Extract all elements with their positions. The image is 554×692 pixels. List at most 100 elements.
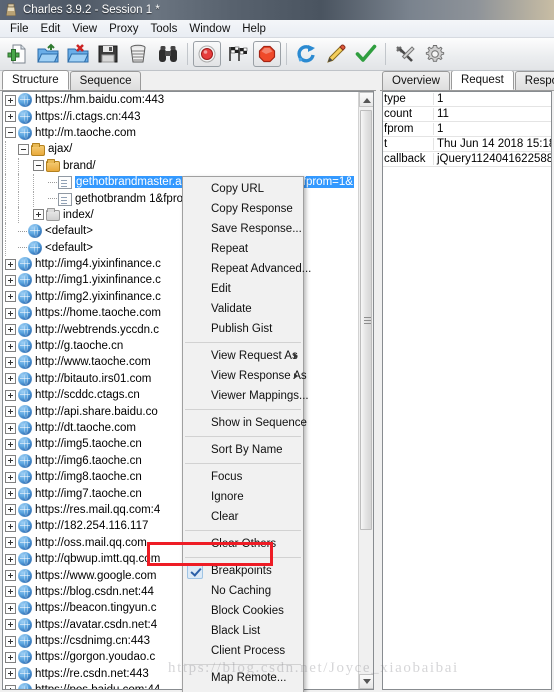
tree-node[interactable]: https://gorgon.youdao.c (3, 649, 358, 665)
scroll-down-icon[interactable] (359, 674, 373, 689)
context-menu-item-copy-response[interactable]: Copy Response (183, 199, 303, 219)
tree-node[interactable]: http://img2.yixinfinance.c (3, 289, 358, 305)
tools-icon[interactable] (390, 39, 420, 69)
tree-expand-icon[interactable] (5, 602, 16, 614)
tab-response[interactable]: Response (514, 71, 554, 90)
query-param-row[interactable]: type 1 (383, 92, 551, 107)
tree-expand-icon[interactable] (5, 471, 16, 483)
tree-node[interactable]: brand/ (3, 157, 358, 174)
settings-gear-icon[interactable] (420, 39, 450, 69)
tree-expand-icon[interactable] (5, 438, 16, 450)
context-menu-item-sort-by-name[interactable]: Sort By Name (183, 440, 303, 460)
trash-icon[interactable] (123, 39, 153, 69)
menu-edit[interactable]: Edit (35, 22, 67, 36)
context-menu-item-block-cookies[interactable]: Block Cookies (183, 601, 303, 621)
tree-vertical-scrollbar[interactable] (358, 92, 373, 689)
tree-expand-icon[interactable] (5, 406, 16, 418)
tree-expand-icon[interactable] (5, 520, 16, 532)
stop-breakpoints-icon[interactable] (253, 41, 281, 67)
tree-expand-icon[interactable] (5, 668, 16, 680)
tree-expand-icon[interactable] (5, 553, 16, 565)
tree-node[interactable]: ajax/ (3, 141, 358, 158)
tree-collapse-icon[interactable] (33, 160, 44, 172)
tree-node[interactable]: https://home.taoche.com (3, 305, 358, 321)
validate-icon[interactable] (351, 39, 381, 69)
close-session-icon[interactable] (63, 39, 93, 69)
tree-collapse-icon[interactable] (5, 127, 16, 139)
tree-expand-icon[interactable] (5, 307, 16, 319)
tree-expand-icon[interactable] (5, 258, 16, 270)
tree-expand-icon[interactable] (5, 488, 16, 500)
context-menu-item-show-in-sequence[interactable]: Show in Sequence (183, 413, 307, 433)
tab-overview[interactable]: Overview (382, 71, 450, 90)
tree-node[interactable]: index/ (3, 206, 358, 223)
context-menu-item-breakpoints[interactable]: Breakpoints (183, 561, 303, 581)
tree-expand-icon[interactable] (5, 324, 16, 336)
context-menu-item-map-local[interactable]: Map Local... (183, 688, 303, 692)
open-folder-icon[interactable] (33, 39, 63, 69)
tree-node[interactable]: https://blog.csdn.net:44 (3, 584, 358, 600)
context-menu-item-repeat-advanced[interactable]: Repeat Advanced... (183, 259, 311, 279)
scroll-up-icon[interactable] (359, 92, 373, 107)
repeat-icon[interactable] (291, 39, 321, 69)
scroll-thumb[interactable] (360, 110, 372, 530)
context-menu-item-clear-others[interactable]: Clear Others (183, 534, 303, 554)
tree-expand-icon[interactable] (5, 94, 16, 106)
context-menu-item-view-response-as[interactable]: View Response As (183, 366, 307, 386)
tree-collapse-icon[interactable] (18, 143, 29, 155)
tree-node[interactable]: gethotbrandm 1&fprom=1& (3, 190, 358, 207)
tree-expand-icon[interactable] (5, 537, 16, 549)
tree-node[interactable]: https://hm.baidu.com:443 (3, 92, 358, 108)
compose-icon[interactable] (321, 39, 351, 69)
query-param-row[interactable]: fprom 1 (383, 122, 551, 137)
throttle-icon[interactable] (222, 39, 252, 69)
save-icon[interactable] (93, 39, 123, 69)
tree-node[interactable]: http://img6.taoche.cn (3, 453, 358, 469)
tree-node[interactable]: <default> (3, 223, 358, 240)
tree-node[interactable]: https://pos.baidu.com:44 (3, 682, 358, 689)
tree-expand-icon[interactable] (5, 340, 16, 352)
tree-node[interactable]: https://avatar.csdn.net:4 (3, 617, 358, 633)
tree-node[interactable]: <default> (3, 239, 358, 256)
tree-node[interactable]: https://beacon.tingyun.c (3, 600, 358, 616)
tree-expand-icon[interactable] (5, 291, 16, 303)
tab-structure[interactable]: Structure (2, 70, 69, 90)
tree-expand-icon[interactable] (5, 111, 16, 123)
tree-expand-icon[interactable] (5, 356, 16, 368)
binoculars-icon[interactable] (153, 39, 183, 69)
menu-window[interactable]: Window (183, 22, 236, 36)
context-menu[interactable]: Copy URL Copy Response Save Response... Rep… (182, 176, 311, 692)
tree-expand-icon[interactable] (5, 373, 16, 385)
tree-node[interactable]: http://webtrends.yccdn.c (3, 321, 358, 337)
tree-expand-icon[interactable] (5, 455, 16, 467)
tree-node[interactable]: http://oss.mail.qq.com (3, 535, 358, 551)
tree-node[interactable]: http://img8.taoche.cn (3, 469, 358, 485)
context-menu-item-no-caching[interactable]: No Caching (183, 581, 303, 601)
context-menu-item-view-request-as[interactable]: View Request As (183, 346, 303, 366)
menu-view[interactable]: View (66, 22, 103, 36)
tree-expand-icon[interactable] (5, 504, 16, 516)
tab-sequence[interactable]: Sequence (69, 71, 142, 90)
tree-expand-icon[interactable] (5, 619, 16, 631)
tree-node[interactable]: https://csdnimg.cn:443 (3, 633, 358, 649)
context-menu-item-copy-url[interactable]: Copy URL (183, 179, 303, 199)
menu-help[interactable]: Help (236, 22, 272, 36)
record-icon[interactable] (193, 41, 221, 67)
tree-expand-icon[interactable] (5, 651, 16, 663)
tree-node[interactable]: http://g.taoche.cn (3, 338, 358, 354)
context-menu-item-ignore[interactable]: Ignore (183, 487, 303, 507)
tree-expand-icon[interactable] (33, 209, 44, 221)
menu-proxy[interactable]: Proxy (103, 22, 144, 36)
context-menu-item-map-remote[interactable]: Map Remote... (183, 668, 303, 688)
tree-node[interactable]: https://www.google.com (3, 567, 358, 583)
tree-node[interactable]: https://re.csdn.net:443 (3, 666, 358, 682)
context-menu-item-client-process[interactable]: Client Process (183, 641, 303, 661)
context-menu-item-repeat[interactable]: Repeat (183, 239, 303, 259)
tree-node[interactable]: http://m.taoche.com (3, 125, 358, 141)
context-menu-item-viewer-mappings[interactable]: Viewer Mappings... (183, 386, 309, 406)
tree-node[interactable]: https://i.ctags.cn:443 (3, 108, 358, 124)
context-menu-item-publish-gist[interactable]: Publish Gist (183, 319, 303, 339)
query-param-row[interactable]: callback jQuery112404162258824 (383, 152, 551, 167)
tree-expand-icon[interactable] (5, 635, 16, 647)
tree-expand-icon[interactable] (5, 684, 16, 689)
